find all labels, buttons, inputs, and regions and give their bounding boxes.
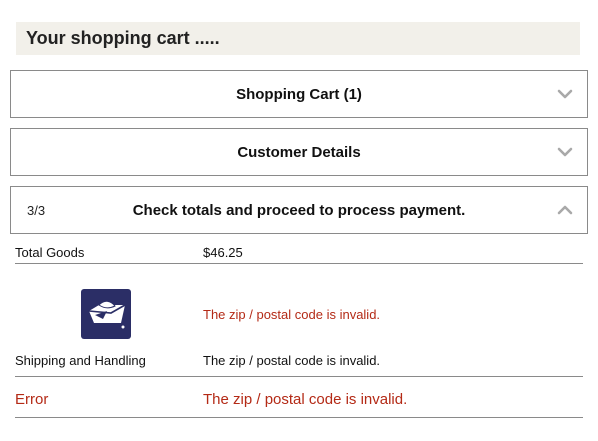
page-title: Your shopping cart ..... <box>16 22 580 55</box>
panel-customer-details[interactable]: Customer Details <box>10 128 588 176</box>
carrier-message-row: The zip / postal code is invalid. <box>15 307 583 325</box>
total-goods-value: $46.25 <box>203 245 243 260</box>
divider <box>15 263 583 264</box>
panel-shopping-cart-title: Shopping Cart (1) <box>236 85 362 103</box>
divider <box>15 417 583 418</box>
chevron-down-icon[interactable] <box>557 146 573 158</box>
divider <box>15 376 583 377</box>
panel-check-totals-title: Check totals and proceed to process paym… <box>132 201 466 219</box>
chevron-down-icon[interactable] <box>557 88 573 100</box>
carrier-error-message: The zip / postal code is invalid. <box>203 307 381 322</box>
error-label: Error <box>15 391 49 408</box>
chevron-up-icon[interactable] <box>557 204 573 216</box>
shipping-value: The zip / postal code is invalid. <box>203 353 381 368</box>
panel-customer-details-title: Customer Details <box>237 143 361 161</box>
shipping-row: Shipping and Handling The zip / postal c… <box>15 353 583 371</box>
page-title-text: Your shopping cart ..... <box>26 28 220 48</box>
total-goods-label: Total Goods <box>15 245 85 260</box>
total-goods-row: Total Goods $46.25 <box>15 245 583 263</box>
error-value: The zip / postal code is invalid. <box>203 391 408 408</box>
error-row: Error The zip / postal code is invalid. <box>15 391 583 411</box>
panel-check-totals[interactable]: 3/3 Check totals and proceed to process … <box>10 186 588 234</box>
panel-shopping-cart[interactable]: Shopping Cart (1) <box>10 70 588 118</box>
shipping-label: Shipping and Handling <box>15 353 146 368</box>
